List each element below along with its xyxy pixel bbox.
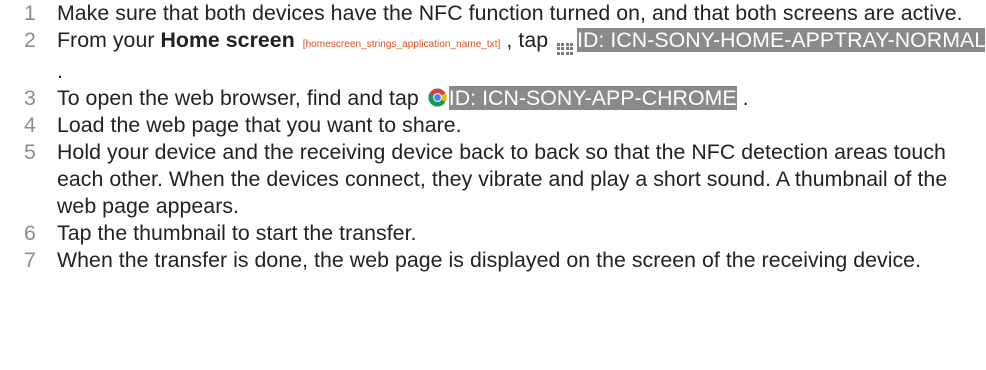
step-number: 7 [24, 248, 36, 272]
step-text: Hold your device and the receiving devic… [57, 140, 948, 218]
step-number: 2 [24, 28, 36, 52]
step-item-5: 5 Hold your device and the receiving dev… [0, 139, 986, 220]
step-item-3: 3 To open the web browser, find and tap … [0, 85, 986, 112]
string-id-tag: [homescreen_strings_application_name_txt… [302, 39, 501, 50]
step-text: To open the web browser, find and tap ID… [57, 86, 749, 110]
step-text: Load the web page that you want to share… [57, 113, 462, 137]
step-text: Tap the thumbnail to start the transfer. [57, 221, 417, 245]
step-item-4: 4 Load the web page that you want to sha… [0, 112, 986, 139]
step-text: From your Home screen [homescreen_string… [57, 28, 986, 83]
step-number: 1 [24, 1, 36, 25]
step-text-part: , tap [500, 28, 555, 52]
icon-id-highlight: ID: ICN-SONY-APP-CHROME [448, 86, 737, 110]
step-number: 5 [24, 140, 36, 164]
step-item-2: 2 From your Home screen [homescreen_stri… [0, 27, 986, 85]
step-text: When the transfer is done, the web page … [57, 248, 922, 272]
instruction-steps-list: 1 Make sure that both devices have the N… [0, 0, 986, 274]
step-number: 3 [24, 86, 36, 110]
step-text: Make sure that both devices have the NFC… [57, 1, 963, 25]
step-text-part: From your [57, 28, 161, 52]
step-text-part: . [736, 86, 749, 110]
step-text-part: . [57, 59, 63, 83]
step-number: 6 [24, 221, 36, 245]
home-screen-term: Home screen [160, 28, 295, 52]
chrome-icon [428, 88, 447, 107]
step-item-7: 7 When the transfer is done, the web pag… [0, 247, 986, 274]
step-item-6: 6 Tap the thumbnail to start the transfe… [0, 220, 986, 247]
step-text-part: To open the web browser, find and tap [57, 86, 425, 110]
step-number: 4 [24, 113, 36, 137]
apptray-icon [557, 43, 574, 58]
step-item-1: 1 Make sure that both devices have the N… [0, 0, 986, 27]
icon-id-highlight: ID: ICN-SONY-HOME-APPTRAY-NORMAL [577, 28, 986, 52]
